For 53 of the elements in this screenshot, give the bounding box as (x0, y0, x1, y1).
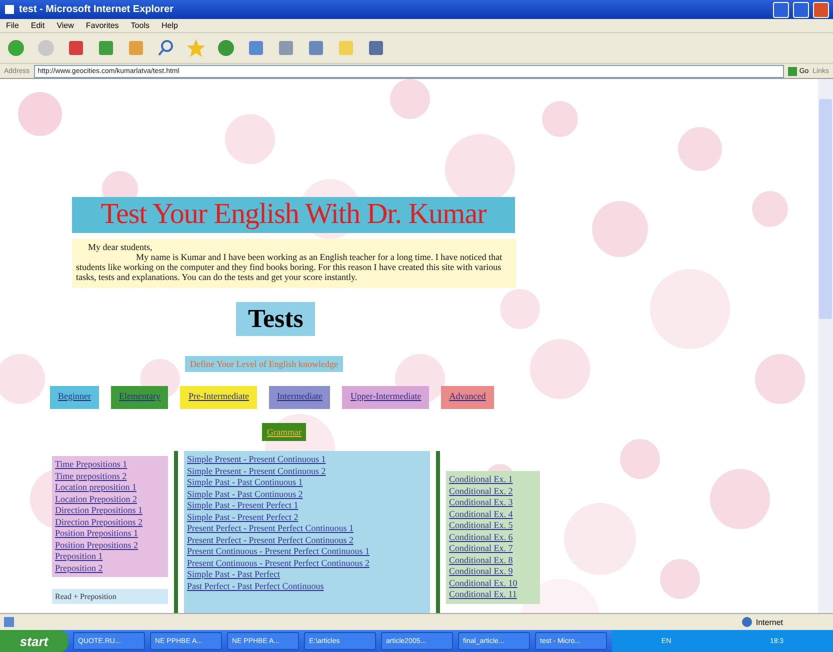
menu-item[interactable]: File (6, 21, 19, 30)
greeting-text: My dear students, (87, 242, 154, 252)
test-link[interactable]: Past Perfect - Past Perfect Continuous (187, 580, 427, 592)
test-link[interactable]: Conditional Ex. 10 (449, 578, 537, 589)
test-link[interactable]: Conditional Ex. 11 (449, 589, 537, 600)
test-link[interactable]: Simple Present - Present Continuous 1 (187, 454, 427, 466)
test-link[interactable]: Conditional Ex. 9 (449, 566, 537, 578)
test-link[interactable]: Present Continuous - Present Perfect Continuous 1 (187, 546, 427, 558)
test-link[interactable]: Conditional Ex. 7 (449, 543, 537, 554)
test-link[interactable]: Preposition 2 (55, 562, 165, 574)
test-link[interactable]: Conditional Ex. 6 (449, 532, 537, 543)
level-button[interactable]: Beginner (50, 386, 99, 409)
test-link[interactable]: Conditional Ex. 5 (449, 520, 537, 532)
test-link[interactable]: Location Preposition 2 (55, 494, 165, 505)
level-prompt: Define Your Level of English knowledge (185, 356, 343, 372)
level-button[interactable]: Upper-Intermediate (342, 386, 430, 409)
test-link[interactable]: Direction Prepositions 2 (55, 516, 165, 528)
test-link[interactable]: Present Perfect - Present Perfect Continuous 1 (187, 523, 427, 534)
menu-item[interactable]: Edit (30, 21, 45, 30)
level-button[interactable]: Pre-Intermediate (180, 386, 257, 409)
window-title: test - Microsoft Internet Explorer (19, 4, 174, 15)
test-link[interactable]: Simple Past - Past Continuous 1 (187, 477, 427, 488)
menu-item[interactable]: Tools (130, 21, 150, 30)
menu-item[interactable]: View (56, 21, 74, 30)
read-box: Read + Preposition (52, 589, 168, 604)
zone-label: Internet (756, 618, 783, 626)
letter-text: My name is Kumar and I have been working as an English teacher for a long time. I have noticed that students like working on the computer and they find books boring. For this reason I have created this site with various tasks, tests and explanations. You can do the tests and get your score instantly. (76, 252, 504, 282)
test-link[interactable]: Time Prepositions 1 (55, 459, 165, 470)
test-link[interactable]: Time prepositions 2 (55, 470, 165, 482)
test-link[interactable]: Simple Past - Past Continuous 2 (187, 488, 427, 500)
test-link[interactable]: Conditional Ex. 1 (449, 474, 537, 486)
test-link[interactable]: Position Prepositions 1 (55, 528, 165, 540)
test-link[interactable]: Preposition 1 (55, 551, 165, 562)
test-link[interactable]: Conditional Ex. 2 (449, 486, 537, 497)
test-link[interactable]: Simple Past - Present Perfect 2 (187, 512, 427, 523)
level-button[interactable]: Advanced (441, 386, 494, 409)
test-link[interactable]: Conditional Ex. 8 (449, 554, 537, 566)
level-button[interactable]: Intermediate (268, 386, 330, 409)
test-link[interactable]: Direction Prepositions 1 (55, 505, 165, 516)
tests-heading: Tests (236, 302, 316, 336)
test-link[interactable]: Present Perfect - Present Perfect Continuous 2 (187, 534, 427, 546)
page-heading: Test Your English With Dr. Kumar (72, 197, 515, 233)
test-link[interactable]: Conditional Ex. 4 (449, 508, 537, 520)
test-link[interactable]: Simple Past - Past Perfect (187, 569, 427, 580)
menu-item[interactable]: Help (161, 21, 178, 30)
test-link[interactable]: Position Prepositions 2 (55, 540, 165, 551)
test-link[interactable]: Location preposition 1 (55, 482, 165, 494)
test-link[interactable]: Conditional Ex. 3 (449, 497, 537, 508)
test-link[interactable]: Simple Past - Present Perfect 1 (187, 500, 427, 512)
start-button[interactable]: start (0, 630, 68, 652)
menu-item[interactable]: Favorites (86, 21, 119, 30)
test-link[interactable]: Simple Present - Present Continuous 2 (187, 466, 427, 477)
test-link[interactable]: Present Continuous - Present Perfect Continuous 2 (187, 558, 427, 569)
